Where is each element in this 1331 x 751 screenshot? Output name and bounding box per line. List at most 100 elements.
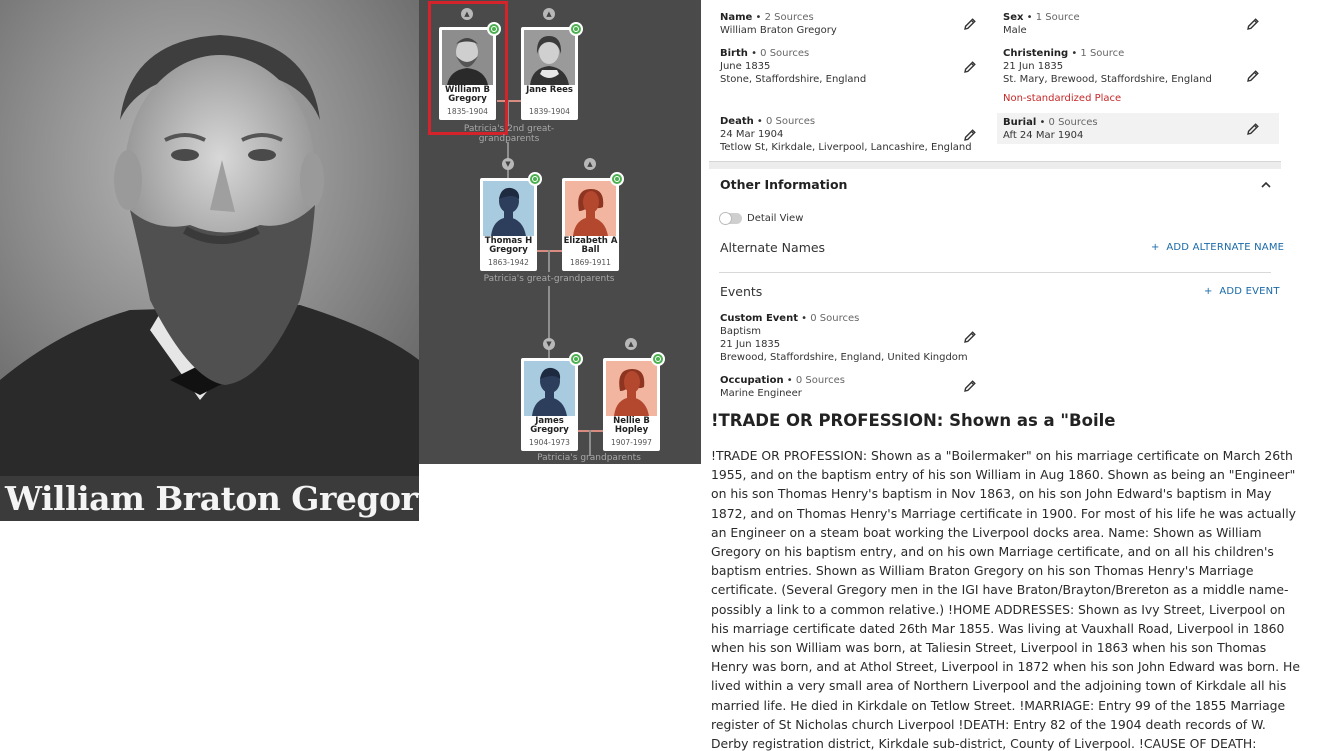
person-name: Nellie B Hopley (613, 416, 650, 435)
fact-burial: Burial • 0 Sources Aft 24 Mar 1904 (1003, 117, 1098, 141)
fact-label: Birth (720, 48, 748, 59)
family-tree-panel[interactable]: ▲ ▲ William B Gregory 1835-1904 Jane Ree… (419, 0, 701, 464)
fact-christening: Christening • 1 Source 21 Jun 1835 St. M… (1003, 48, 1212, 105)
plus-icon: + (1151, 242, 1167, 253)
fact-sex: Sex • 1 Source Male (1003, 12, 1080, 36)
detail-view-label: Detail View (747, 213, 804, 224)
non-standardized-place-warning[interactable]: Non-standardized Place (1003, 92, 1212, 105)
fact-name: Name • 2 Sources William Braton Gregory (720, 12, 837, 36)
collapse-icon[interactable]: ▼ (543, 338, 555, 350)
event-sources[interactable]: 0 Sources (810, 313, 859, 324)
fact-value: 24 Mar 1904 (720, 129, 784, 140)
fact-label: Sex (1003, 12, 1024, 23)
generation-label: Patricia's 2nd great-grandparents (463, 124, 555, 144)
event-occupation: Occupation • 0 Sources Marine Engineer (720, 375, 845, 399)
divider (719, 272, 1271, 273)
fact-sources[interactable]: 2 Sources (765, 12, 814, 23)
record-hint-icon[interactable] (569, 22, 583, 36)
fact-value: 21 Jun 1835 (1003, 61, 1064, 72)
fact-label: Burial (1003, 117, 1037, 128)
person-card-james-gregory[interactable]: James Gregory 1904-1973 (521, 358, 578, 451)
generation-label: Patricia's great-grandparents (483, 274, 615, 284)
male-avatar (483, 181, 534, 236)
record-hint-icon[interactable] (610, 172, 624, 186)
event-custom: Custom Event • 0 Sources Baptism 21 Jun … (720, 313, 968, 363)
edit-pencil-icon[interactable] (963, 60, 977, 74)
fact-value: Aft 24 Mar 1904 (1003, 130, 1084, 141)
person-name: Elizabeth A Ball (563, 236, 618, 255)
section-divider (709, 161, 1281, 169)
person-card-jane-rees[interactable]: Jane Rees 1839-1904 (521, 27, 578, 120)
female-avatar (565, 181, 616, 236)
selected-person-highlight (428, 1, 508, 135)
person-card-thomas-gregory[interactable]: Thomas H Gregory 1863-1942 (480, 178, 537, 271)
portrait-image (0, 0, 419, 476)
fact-label: Death (720, 116, 754, 127)
fact-label: Christening (1003, 48, 1069, 59)
person-dates: 1904-1973 (529, 438, 570, 447)
event-label: Custom Event (720, 313, 798, 324)
fact-death: Death • 0 Sources 24 Mar 1904 Tetlow St,… (720, 116, 972, 153)
person-card-elizabeth-ball[interactable]: Elizabeth A Ball 1869-1911 (562, 178, 619, 271)
alternate-names-title: Alternate Names (720, 240, 826, 255)
other-information-title[interactable]: Other Information (720, 177, 847, 192)
add-alternate-name-label: ADD ALTERNATE NAME (1166, 242, 1285, 253)
event-value: Marine Engineer (720, 388, 802, 399)
person-dates: 1907-1997 (611, 438, 652, 447)
generation-label: Patricia's grandparents (537, 453, 641, 463)
edit-pencil-icon[interactable] (963, 379, 977, 393)
fact-value: Male (1003, 25, 1027, 36)
fact-birth: Birth • 0 Sources June 1835 Stone, Staff… (720, 48, 867, 85)
detail-view-toggle[interactable] (719, 212, 742, 225)
person-name: Jane Rees (526, 85, 573, 95)
female-avatar (606, 361, 657, 416)
person-name: James Gregory (530, 416, 569, 435)
fact-place: St. Mary, Brewood, Staffordshire, Englan… (1003, 74, 1212, 85)
chevron-up-icon[interactable] (1259, 178, 1273, 192)
descent-line (548, 250, 550, 272)
expand-parents-icon[interactable]: ▲ (584, 158, 596, 170)
notes-body: !TRADE OR PROFESSION: Shown as a "Boiler… (711, 448, 1300, 751)
add-event-button[interactable]: + ADD EVENT (1204, 286, 1280, 297)
fact-value: June 1835 (720, 61, 771, 72)
person-photo (524, 30, 575, 85)
add-alternate-name-button[interactable]: + ADD ALTERNATE NAME (1151, 242, 1284, 253)
edit-pencil-icon[interactable] (1246, 69, 1260, 83)
fact-place: Stone, Staffordshire, England (720, 74, 867, 85)
person-dates: 1863-1942 (488, 258, 529, 267)
person-card-nellie-hopley[interactable]: Nellie B Hopley 1907-1997 (603, 358, 660, 451)
fact-sources[interactable]: 0 Sources (1049, 117, 1098, 128)
notes-heading: !TRADE OR PROFESSION: Shown as a "Boile (711, 411, 1116, 430)
edit-pencil-icon[interactable] (963, 330, 977, 344)
male-avatar (524, 361, 575, 416)
edit-pencil-icon[interactable] (1246, 122, 1260, 136)
fact-sources[interactable]: 1 Source (1036, 12, 1080, 23)
person-dates: 1839-1904 (529, 107, 570, 116)
person-name: Thomas H Gregory (484, 236, 533, 255)
record-hint-icon[interactable] (569, 352, 583, 366)
event-value: Baptism (720, 326, 761, 337)
edit-pencil-icon[interactable] (963, 17, 977, 31)
facts-section: Name • 2 Sources William Braton Gregory … (709, 0, 1281, 162)
add-event-label: ADD EVENT (1219, 286, 1280, 297)
event-place: Brewood, Staffordshire, England, United … (720, 352, 968, 363)
event-label: Occupation (720, 375, 784, 386)
fact-sources[interactable]: 0 Sources (766, 116, 815, 127)
record-hint-icon[interactable] (528, 172, 542, 186)
fact-label: Name (720, 12, 753, 23)
event-date: 21 Jun 1835 (720, 339, 781, 350)
fact-place: Tetlow St, Kirkdale, Liverpool, Lancashi… (720, 142, 972, 153)
fact-sources[interactable]: 0 Sources (760, 48, 809, 59)
fact-sources[interactable]: 1 Source (1080, 48, 1124, 59)
expand-parents-icon[interactable]: ▲ (625, 338, 637, 350)
record-hint-icon[interactable] (651, 352, 665, 366)
edit-pencil-icon[interactable] (963, 128, 977, 142)
expand-parents-icon[interactable]: ▲ (543, 8, 555, 20)
edit-pencil-icon[interactable] (1246, 17, 1260, 31)
collapse-icon[interactable]: ▼ (502, 158, 514, 170)
fact-value: William Braton Gregory (720, 25, 837, 36)
event-sources[interactable]: 0 Sources (796, 375, 845, 386)
portrait-caption: William Braton Gregory (0, 476, 419, 521)
plus-icon: + (1204, 286, 1220, 297)
toggle-knob (719, 212, 732, 225)
